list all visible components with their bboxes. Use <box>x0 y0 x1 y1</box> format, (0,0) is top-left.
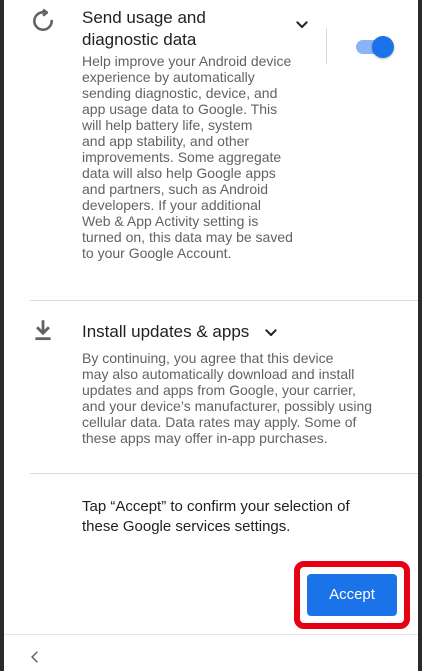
usage-diagnostics-toggle[interactable] <box>356 36 394 58</box>
download-icon <box>35 320 51 341</box>
toggle-divider <box>326 28 327 64</box>
nav-divider <box>4 634 418 635</box>
install-updates-section: Install updates & apps By continuing, yo… <box>4 301 418 473</box>
usage-diagnostics-description: Help improve your Android device experie… <box>82 53 293 261</box>
chevron-down-icon[interactable] <box>263 325 279 341</box>
back-chevron-icon[interactable] <box>28 650 42 664</box>
install-updates-description: By continuing, you agree that this devic… <box>82 350 373 446</box>
usage-diagnostics-title: Send usage and diagnostic data <box>82 8 206 49</box>
confirm-instructions: Tap “Accept” to confirm your selection o… <box>82 498 350 535</box>
accept-button[interactable]: Accept <box>307 574 397 616</box>
sync-icon <box>33 8 53 31</box>
toggle-thumb <box>372 36 394 58</box>
usage-diagnostics-section: Send usage and diagnostic data Help impr… <box>4 0 418 300</box>
chevron-down-icon[interactable] <box>294 17 310 33</box>
section-divider <box>30 473 418 474</box>
install-updates-title: Install updates & apps <box>82 322 250 341</box>
device-screen: Send usage and diagnostic data Help impr… <box>4 0 418 671</box>
